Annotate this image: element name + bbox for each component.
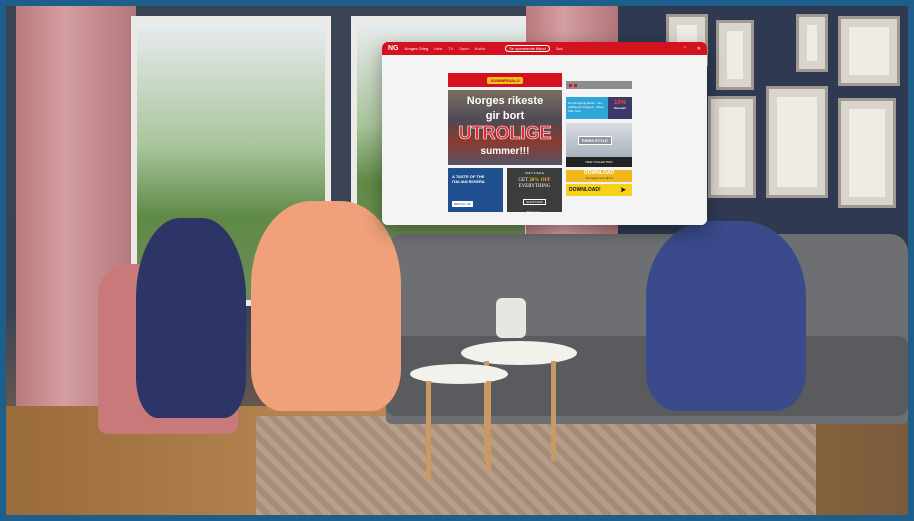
download-button[interactable]: DOWNLOAD! ➤ [566, 184, 632, 196]
ad-offer-pct: 20% OFF [529, 178, 551, 183]
nav-item[interactable]: Idea [434, 46, 442, 51]
nav-item[interactable]: Kultur [475, 46, 485, 51]
site-name[interactable]: Norges Grieg [405, 46, 429, 51]
picture-frame [716, 20, 754, 90]
sale-ad[interactable]: ONLY A SALE GET 20% OFF EVERYTHING SHOP … [507, 168, 562, 214]
cursor-icon: ➤ [620, 187, 626, 194]
ad-offer-pre: GET [518, 178, 529, 183]
browser-header: NG Norges Grieg Idea TV Sport Kultur Se … [382, 42, 707, 55]
paris-label: PARIS STYLE [578, 136, 612, 145]
nav-item[interactable]: TV [448, 46, 453, 51]
side-header [566, 81, 632, 89]
promo-badge: SOMMERSALG [487, 76, 523, 84]
collapse-icon[interactable]: ⌃ [683, 46, 687, 52]
download-ad[interactable]: DOWNLOAD Nyt bagel sine tilbud [566, 170, 632, 182]
table-leg [486, 381, 491, 471]
deals-text: Hot Shopping Deals – No Additional Charg… [566, 97, 608, 119]
person-right [646, 221, 806, 411]
rug [256, 416, 816, 515]
download-label: DOWNLOAD! [569, 187, 601, 193]
shop-link[interactable]: Shop now › [507, 210, 562, 214]
person-middle [251, 201, 401, 411]
paris-footer: NEW COLLECTION [566, 157, 632, 167]
hero-banner[interactable]: Norges rikeste gir bort UTROLIGE summer!… [448, 90, 562, 165]
paris-ad[interactable]: PARIS STYLE [566, 123, 632, 157]
ad-title: A TASTE OF THE ITALIAN RIVIERA [452, 174, 485, 184]
picture-frame [796, 14, 828, 72]
search-link[interactable]: Søk [556, 46, 563, 51]
shop-button[interactable]: SHOP NOW [523, 199, 546, 205]
discount-label: discount [613, 106, 627, 110]
riviera-ad[interactable]: A TASTE OF THE ITALIAN RIVIERA BESTILL N… [448, 168, 503, 212]
picture-frame [708, 96, 756, 198]
coffee-table-top [461, 341, 577, 365]
square-icon [574, 83, 577, 87]
download-sub: Nyt bagel sine tilbud [585, 176, 613, 180]
nav-item[interactable]: Sport [459, 46, 469, 51]
plant-pot [496, 298, 526, 338]
table-leg [551, 361, 556, 461]
main-column: SOMMERSALG Norges rikeste gir bort UTROL… [448, 73, 562, 214]
offers-button[interactable]: Se spennende tilbud [505, 45, 550, 52]
ad-offer-post: EVERYTHING [518, 184, 551, 189]
side-column: Hot Shopping Deals – No Additional Charg… [566, 81, 632, 196]
close-icon[interactable]: ✕ [697, 46, 701, 52]
hero-line: UTROLIGE [458, 123, 552, 144]
ad-kicker: ONLY A SALE [525, 171, 544, 175]
ar-browser-window[interactable]: NG Norges Grieg Idea TV Sport Kultur Se … [382, 42, 707, 225]
person-left [136, 218, 246, 418]
ad-cards: A TASTE OF THE ITALIAN RIVIERA BESTILL N… [448, 168, 562, 214]
discount-ad[interactable]: Hot Shopping Deals – No Additional Charg… [566, 97, 632, 119]
picture-frame [838, 16, 900, 86]
side-table-top [410, 364, 508, 384]
book-button[interactable]: BESTILL NÅ [452, 201, 473, 207]
hero-line: gir bort [485, 110, 525, 122]
site-logo[interactable]: NG [388, 45, 399, 52]
hero-line: Norges rikeste [466, 95, 544, 107]
browser-content: SOMMERSALG Norges rikeste gir bort UTROL… [382, 55, 707, 225]
table-leg [426, 381, 431, 481]
promo-strip[interactable]: SOMMERSALG [448, 73, 562, 87]
living-room-scene: NG Norges Grieg Idea TV Sport Kultur Se … [6, 6, 908, 515]
square-icon [569, 83, 572, 87]
discount-badge: 10% discount [608, 97, 632, 119]
picture-frame [766, 86, 828, 198]
ad-offer: GET 20% OFF EVERYTHING [507, 178, 562, 190]
picture-frame [838, 98, 896, 208]
hero-line: summer!!! [480, 146, 530, 157]
